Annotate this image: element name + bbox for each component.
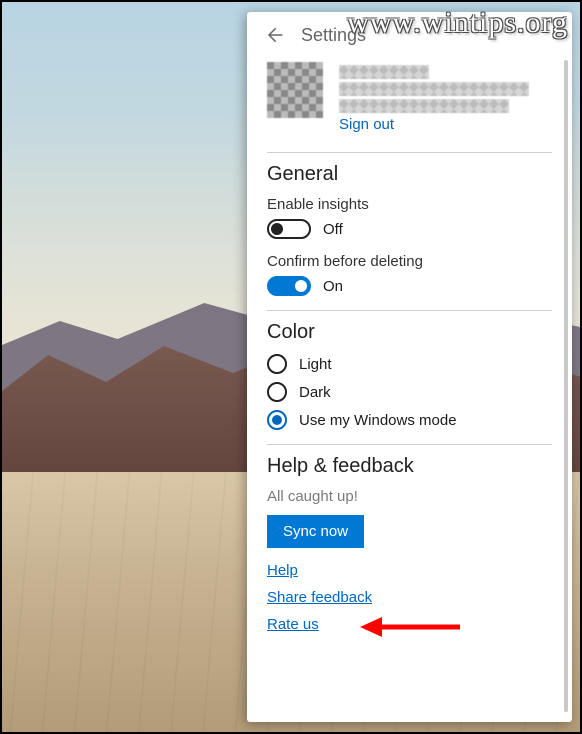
- divider: [267, 444, 552, 445]
- section-help-heading: Help & feedback: [267, 455, 552, 478]
- enable-insights-label: Enable insights: [267, 196, 552, 213]
- divider: [267, 152, 552, 153]
- help-link[interactable]: Help: [267, 562, 552, 579]
- rate-us-link[interactable]: Rate us: [267, 616, 552, 633]
- avatar: [267, 62, 323, 118]
- account-name-redacted: [339, 65, 429, 79]
- color-option-dark[interactable]: Dark: [267, 382, 552, 402]
- sync-status: All caught up!: [267, 488, 552, 505]
- confirm-delete-label: Confirm before deleting: [267, 253, 552, 270]
- color-option-light[interactable]: Light: [267, 354, 552, 374]
- account-block: Sign out: [267, 56, 552, 148]
- color-windows-label: Use my Windows mode: [299, 412, 457, 429]
- divider: [267, 310, 552, 311]
- account-info-redacted: [339, 99, 509, 113]
- color-dark-label: Dark: [299, 384, 331, 401]
- radio-icon: [267, 382, 287, 402]
- arrow-left-icon: [264, 25, 284, 45]
- back-button[interactable]: [263, 24, 285, 46]
- confirm-delete-state: On: [323, 278, 343, 295]
- sync-now-button[interactable]: Sync now: [267, 515, 364, 548]
- enable-insights-toggle[interactable]: [267, 219, 311, 239]
- section-general-heading: General: [267, 163, 552, 186]
- radio-icon: [267, 354, 287, 374]
- color-light-label: Light: [299, 356, 332, 373]
- radio-checked-icon: [267, 410, 287, 430]
- page-title: Settings: [301, 25, 366, 46]
- confirm-delete-toggle[interactable]: [267, 276, 311, 296]
- scrollbar[interactable]: [564, 60, 568, 712]
- color-option-windows[interactable]: Use my Windows mode: [267, 410, 552, 430]
- section-color-heading: Color: [267, 321, 552, 344]
- enable-insights-state: Off: [323, 221, 343, 238]
- settings-panel: Settings Sign out General Enable insight…: [247, 12, 572, 722]
- account-email-redacted: [339, 82, 529, 96]
- sign-out-link[interactable]: Sign out: [339, 116, 394, 133]
- share-feedback-link[interactable]: Share feedback: [267, 589, 552, 606]
